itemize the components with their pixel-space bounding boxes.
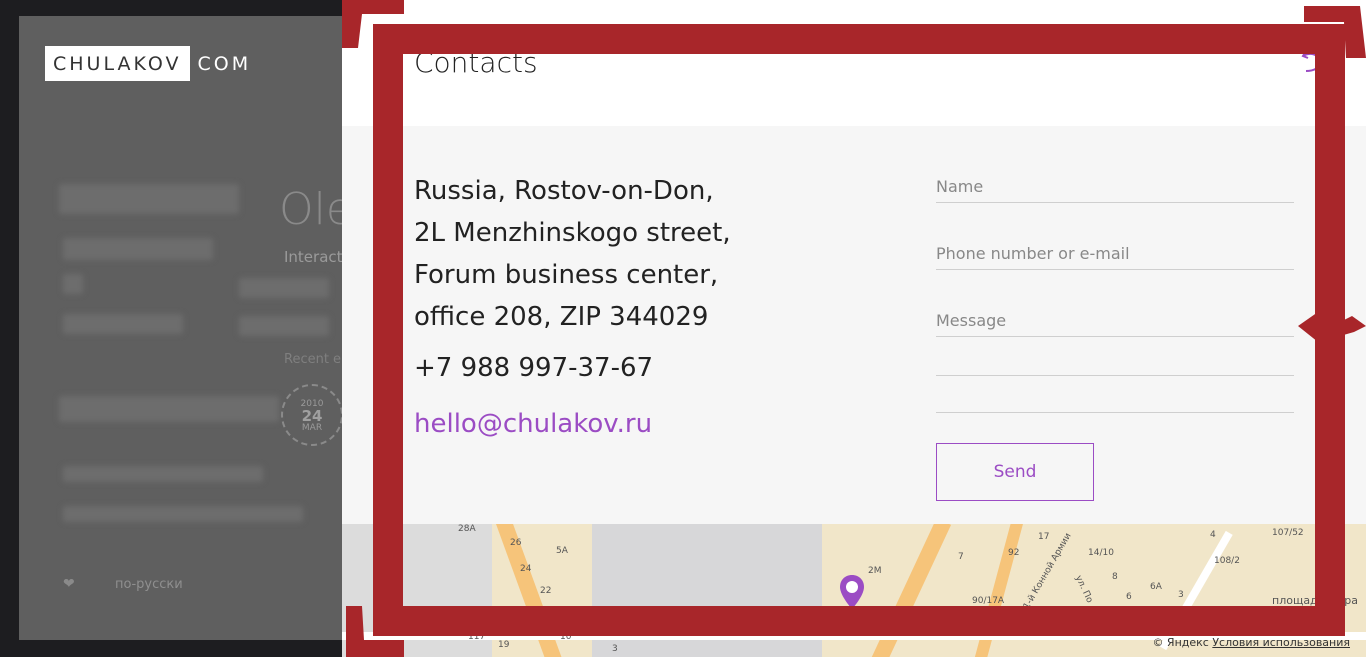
map-label: 8	[1112, 572, 1118, 582]
contact-field[interactable]: Phone number or e-mail	[936, 243, 1294, 270]
map-label: 6	[1126, 592, 1132, 602]
map-label: 22	[540, 586, 552, 596]
map-label: 10	[560, 632, 572, 642]
blurred-block	[59, 396, 279, 422]
street-label: 1-й Конной Армии	[1022, 531, 1074, 611]
heart-icon[interactable]: ❤	[63, 576, 75, 592]
back-arrow-icon[interactable]	[1300, 48, 1324, 74]
map-label: 3	[612, 644, 618, 654]
map-label: 3	[1178, 590, 1184, 600]
blurred-block	[63, 274, 83, 294]
terms-link[interactable]: Условия использования	[1212, 636, 1350, 649]
award-badge: 2010 24 MAR	[281, 384, 342, 446]
background-page: CHULAKOV COM Ole Interact Recent e 2010 …	[19, 16, 342, 640]
site-logo[interactable]: CHULAKOV COM	[45, 46, 259, 81]
page-title: Contacts	[414, 46, 538, 79]
map-label: 7	[958, 552, 964, 562]
background-name: Ole	[279, 184, 342, 235]
map-label: 2М	[868, 566, 882, 576]
address-line: Forum business center,	[414, 260, 719, 290]
map-label: 6А	[1150, 582, 1162, 592]
map-label: 14/10	[1088, 548, 1114, 558]
map-label: 19	[498, 640, 510, 650]
blurred-block	[239, 278, 329, 298]
map-label: 17	[1038, 532, 1050, 542]
map-label: 24	[520, 564, 532, 574]
logo-suffix: COM	[197, 52, 252, 75]
message-field[interactable]: Message	[936, 310, 1294, 337]
map-label: 117	[468, 632, 486, 642]
blurred-block	[63, 238, 213, 260]
name-field[interactable]: Name	[936, 176, 1294, 203]
logo-main: CHULAKOV	[45, 46, 190, 81]
map[interactable]: 28A 26 24 22 5A 2М 7 92 17 14/10 107/52 …	[342, 524, 1366, 657]
contacts-panel: Contacts Russia, Rostov-on-Don, 2L Menzh…	[342, 0, 1366, 657]
background-recent: Recent e	[284, 352, 342, 367]
map-pin-icon[interactable]	[839, 574, 865, 610]
phone-number: +7 988 997-37-67	[414, 353, 654, 383]
message-line[interactable]	[936, 386, 1294, 413]
map-copyright: © Яндекс Условия использования	[1152, 636, 1350, 649]
blurred-block	[59, 184, 239, 214]
map-label: 28A	[458, 524, 476, 534]
address-line: Russia, Rostov-on-Don,	[414, 176, 714, 206]
send-button[interactable]: Send	[936, 443, 1094, 501]
map-label: 26	[510, 538, 522, 548]
badge-month: MAR	[301, 423, 323, 433]
map-label: 92	[1008, 548, 1020, 558]
map-label: 90/17А	[972, 596, 1005, 606]
blurred-block	[63, 314, 183, 334]
address: Russia, Rostov-on-Don, 2L Menzhinskogo s…	[414, 170, 731, 338]
badge-day: 24	[301, 407, 323, 425]
map-label: 5A	[556, 546, 568, 556]
street-label: площадь Мира	[1272, 594, 1359, 607]
map-label: 108/2	[1214, 556, 1240, 566]
address-line: 2L Menzhinskogo street,	[414, 218, 731, 248]
message-line[interactable]	[936, 349, 1294, 376]
language-link[interactable]: по-русски	[115, 577, 183, 592]
email-link[interactable]: hello@chulakov.ru	[414, 409, 652, 439]
copyright-text: © Яндекс	[1152, 636, 1209, 649]
blurred-block	[63, 506, 303, 522]
blurred-block	[63, 466, 263, 482]
address-line: office 208, ZIP 344029	[414, 302, 709, 332]
map-label: 4	[1210, 530, 1216, 540]
background-subtitle: Interact	[284, 248, 342, 266]
street-label: ул. По	[1072, 574, 1095, 605]
blurred-block	[239, 316, 329, 336]
map-label: 107/52	[1272, 528, 1304, 538]
